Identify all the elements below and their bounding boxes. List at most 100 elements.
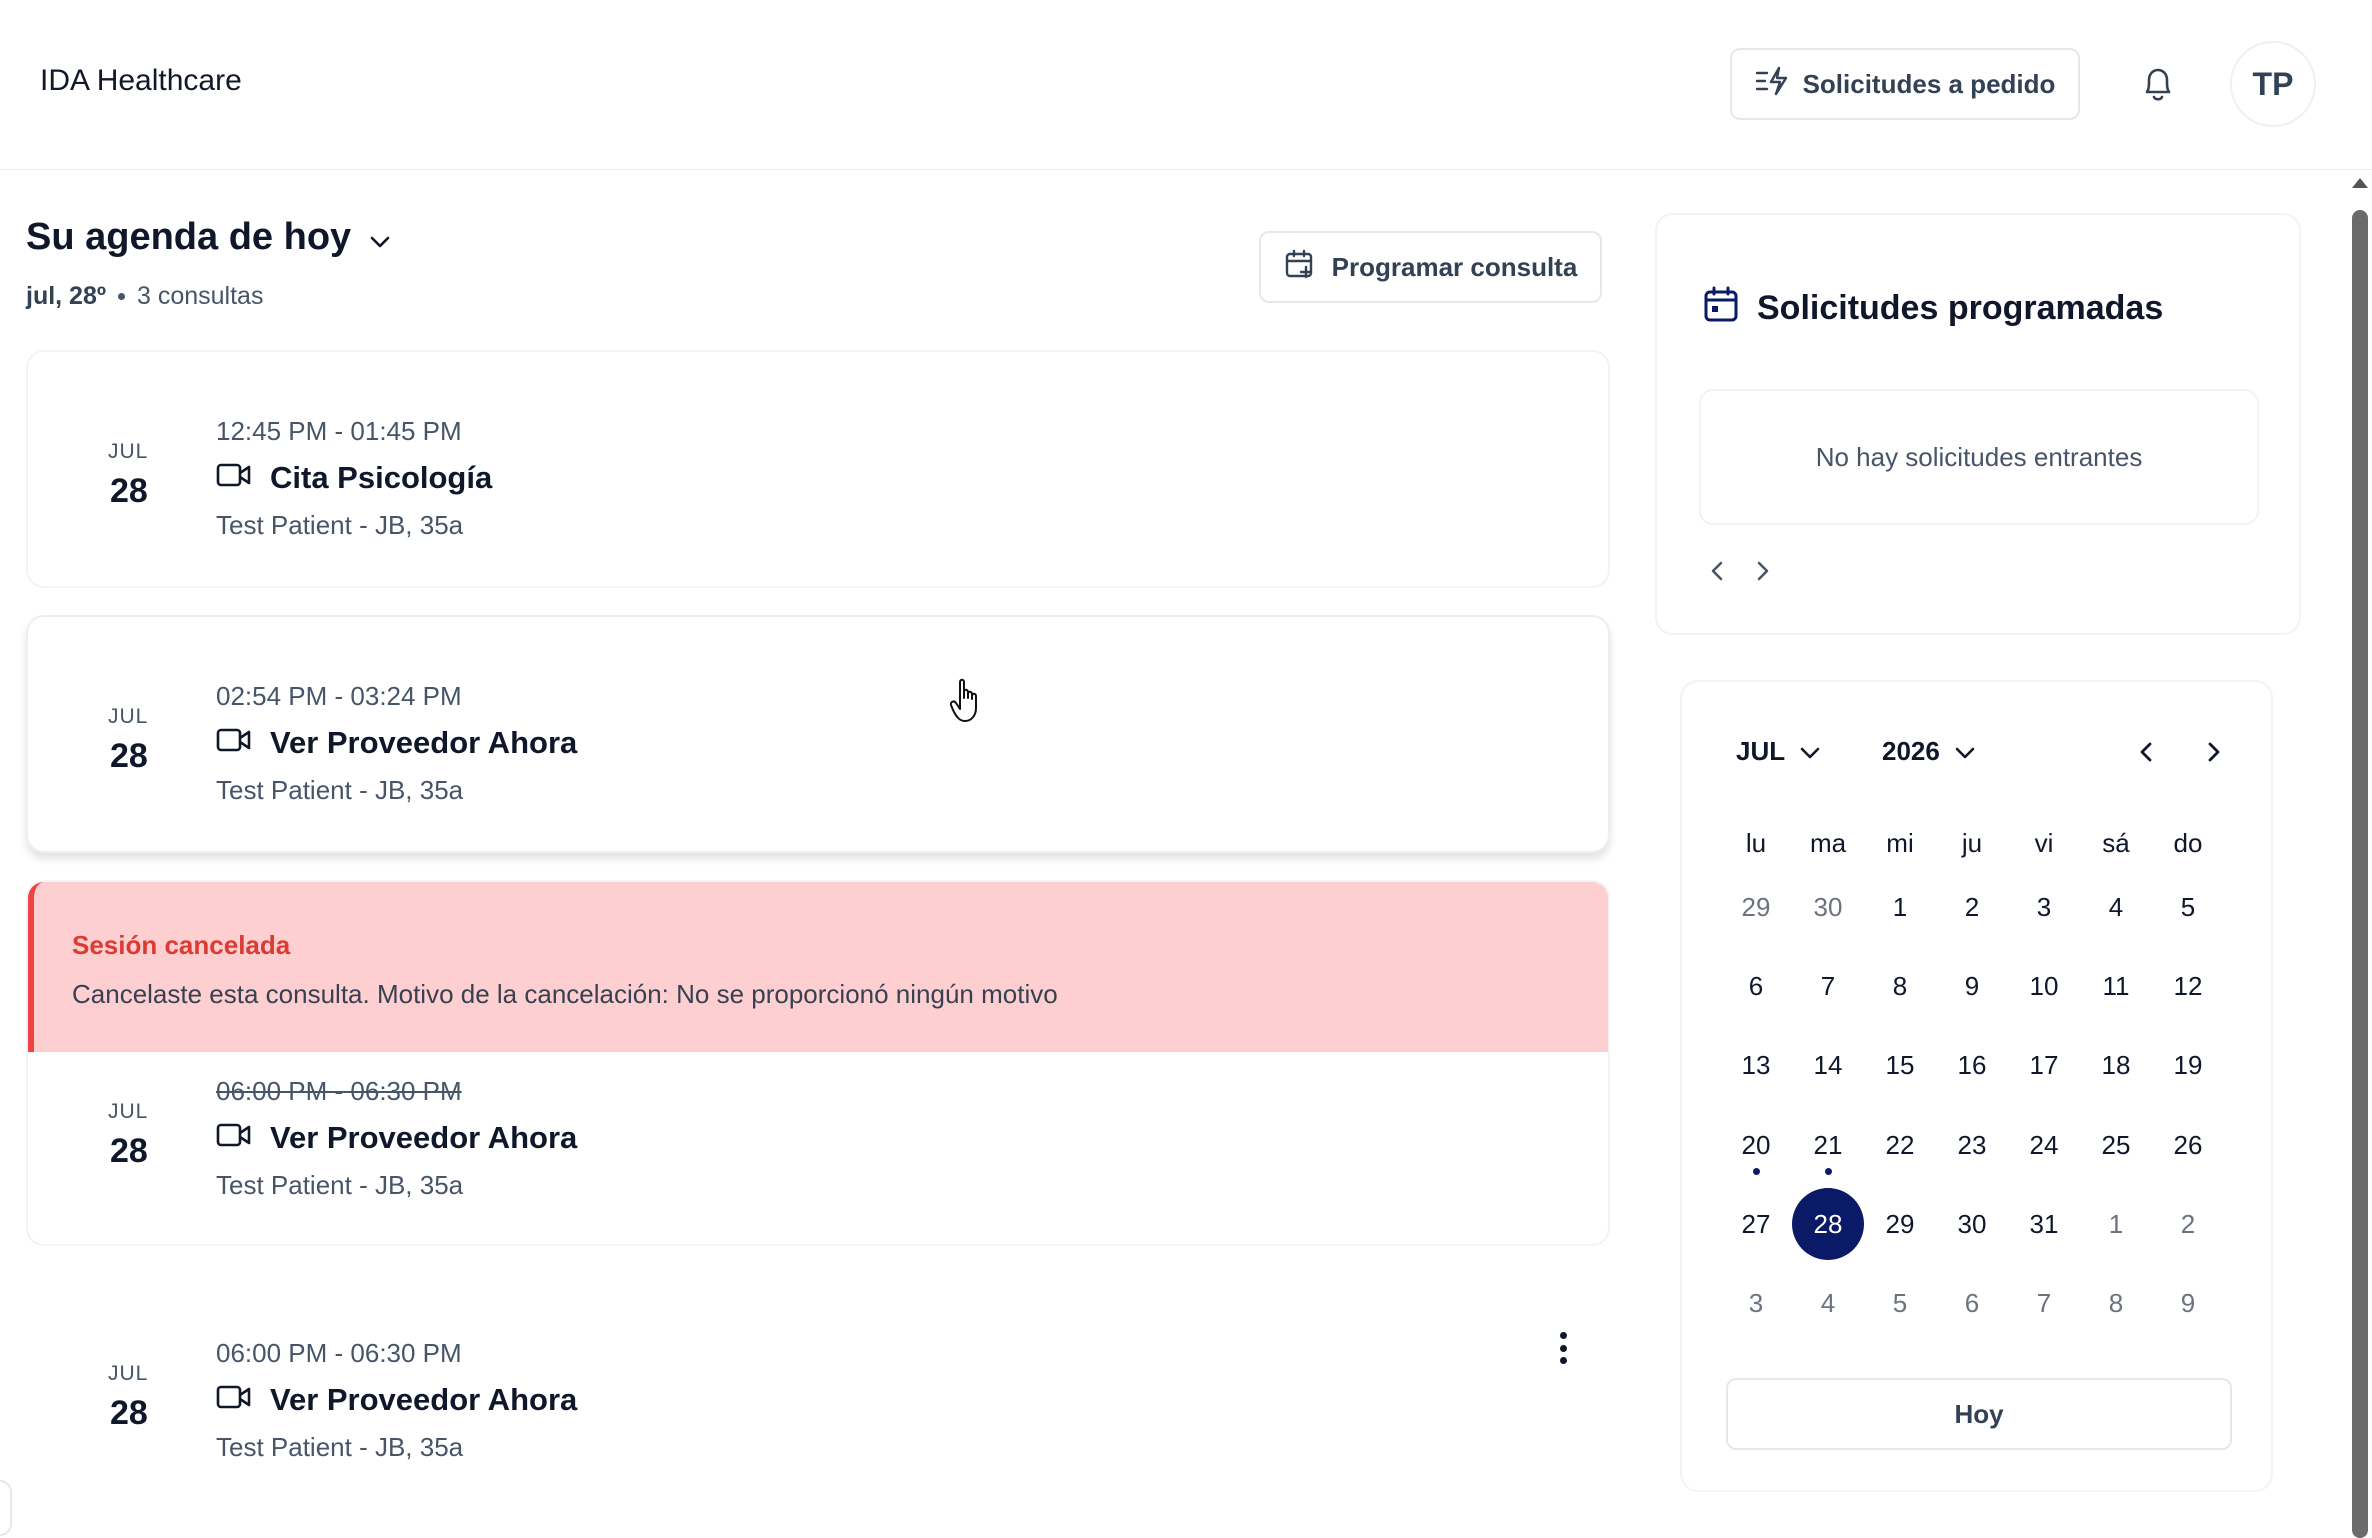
calendar-day[interactable]: 6 — [1720, 947, 1792, 1026]
appointment-title-text: Ver Proveedor Ahora — [270, 1120, 578, 1155]
calendar-day[interactable]: 6 — [1936, 1264, 2008, 1343]
calendar-day-number: 3 — [2036, 892, 2052, 923]
calendar-day-number: 31 — [2029, 1208, 2059, 1239]
appointment-card[interactable]: JUL 28 02:54 PM - 03:24 PM Ver Proveedor… — [26, 615, 1610, 853]
appointment-card[interactable]: JUL 28 06:00 PM - 06:30 PM Ver Proveedor… — [26, 1272, 1610, 1510]
video-camera-icon — [216, 725, 252, 761]
appointment-day: 28 — [110, 472, 148, 510]
calendar-day[interactable]: 2 — [2152, 1185, 2224, 1264]
page-scrollbar[interactable] — [2348, 172, 2372, 1538]
calendar-day[interactable]: 22 — [1864, 1106, 1936, 1185]
appointment-day: 28 — [110, 737, 148, 775]
calendar-day[interactable]: 8 — [2080, 1264, 2152, 1343]
calendar-day[interactable]: 30 — [1792, 868, 1864, 947]
calendar-day[interactable]: 7 — [1792, 947, 1864, 1026]
calendar-day[interactable]: 11 — [2080, 947, 2152, 1026]
calendar-day[interactable]: 31 — [2008, 1185, 2080, 1264]
calendar-day[interactable]: 17 — [2008, 1026, 2080, 1105]
calendar-day[interactable]: 21 — [1792, 1106, 1864, 1185]
calendar-day[interactable]: 8 — [1864, 947, 1936, 1026]
appointment-time: 06:00 PM - 06:30 PM — [216, 1338, 462, 1368]
calendar-day[interactable]: 14 — [1792, 1026, 1864, 1105]
calendar-day[interactable]: 26 — [2152, 1106, 2224, 1185]
agenda-title: Su agenda de hoy — [26, 216, 352, 258]
next-month-button[interactable] — [2196, 734, 2232, 770]
calendar-week-row: 29 30 1 2 3 4 5 — [1720, 868, 2224, 947]
lightning-list-icon — [1755, 66, 1789, 103]
user-avatar[interactable]: TP — [2230, 41, 2316, 127]
appointment-title-text: Ver Proveedor Ahora — [270, 1382, 578, 1417]
appointment-time: 12:45 PM - 01:45 PM — [216, 416, 462, 446]
agenda-title-dropdown[interactable]: Su agenda de hoy — [26, 216, 391, 259]
calendar-day[interactable]: 9 — [1936, 947, 2008, 1026]
more-options-icon[interactable] — [1548, 1326, 1578, 1370]
month-select[interactable]: JUL — [1736, 736, 1821, 767]
calendar-day[interactable]: 15 — [1864, 1026, 1936, 1105]
chevron-left-icon[interactable] — [1705, 557, 1729, 585]
calendar-day[interactable]: 29 — [1720, 868, 1792, 947]
calendar-day-number: 29 — [1885, 1208, 1915, 1239]
calendar-day[interactable]: 7 — [2008, 1264, 2080, 1343]
chevron-right-icon[interactable] — [1751, 557, 1775, 585]
appointment-card[interactable]: JUL 28 12:45 PM - 01:45 PM Cita Psicolog… — [26, 350, 1610, 588]
chevron-left-icon — [2140, 742, 2152, 762]
calendar-day[interactable]: 3 — [2008, 868, 2080, 947]
calendar-day[interactable]: 19 — [2152, 1026, 2224, 1105]
appointment-title: Ver Proveedor Ahora — [216, 1120, 577, 1156]
schedule-appointment-label: Programar consulta — [1331, 251, 1578, 282]
side-panel-toggle[interactable] — [0, 1480, 12, 1536]
bell-icon[interactable] — [2136, 62, 2180, 106]
cancelled-appointment-card[interactable]: Sesión cancelada Cancelaste esta consult… — [26, 880, 1610, 1246]
calendar-day-number: 5 — [2180, 892, 2196, 923]
calendar-day[interactable]: 29 — [1864, 1185, 1936, 1264]
calendar-day[interactable]: 9 — [2152, 1264, 2224, 1343]
calendar-day-number: 2 — [1964, 892, 1980, 923]
calendar-day[interactable]: 10 — [2008, 947, 2080, 1026]
calendar-day-selected[interactable]: 28 — [1792, 1185, 1864, 1264]
calendar-day[interactable]: 12 — [2152, 947, 2224, 1026]
calendar-day[interactable]: 16 — [1936, 1026, 2008, 1105]
calendar-day[interactable]: 24 — [2008, 1106, 2080, 1185]
scroll-thumb[interactable] — [2352, 210, 2368, 1538]
calendar-day-number: 1 — [2108, 1208, 2124, 1239]
calendar-day[interactable]: 5 — [1864, 1264, 1936, 1343]
schedule-appointment-button[interactable]: Programar consulta — [1259, 231, 1602, 303]
calendar-day-number: 10 — [2029, 971, 2059, 1002]
appointment-month: JUL — [108, 440, 149, 463]
calendar-day[interactable]: 30 — [1936, 1185, 2008, 1264]
calendar-day[interactable]: 13 — [1720, 1026, 1792, 1105]
calendar-day[interactable]: 5 — [2152, 868, 2224, 947]
weekday-label: sá — [2102, 828, 2130, 858]
calendar-day-number: 11 — [2102, 971, 2130, 1002]
calendar-day[interactable]: 2 — [1936, 868, 2008, 947]
calendar-day[interactable]: 1 — [1864, 868, 1936, 947]
calendar-day-number: 2 — [2180, 1208, 2196, 1239]
scroll-up-arrow[interactable] — [2352, 178, 2368, 188]
calendar-day[interactable]: 18 — [2080, 1026, 2152, 1105]
calendar-day[interactable]: 25 — [2080, 1106, 2152, 1185]
agenda-subtitle: jul, 28º 3 consultas — [26, 282, 263, 311]
calendar-day[interactable]: 27 — [1720, 1185, 1792, 1264]
appointment-day: 28 — [110, 1394, 148, 1432]
calendar-day[interactable]: 1 — [2080, 1185, 2152, 1264]
calendar-day[interactable]: 20 — [1720, 1106, 1792, 1185]
weekday-label: do — [2173, 828, 2203, 858]
chevron-down-icon — [369, 216, 391, 259]
today-button[interactable]: Hoy — [1726, 1378, 2232, 1450]
scheduled-requests-header: Solicitudes programadas — [1703, 285, 2163, 332]
weekday-label: ju — [1961, 828, 1983, 858]
calendar-day[interactable]: 4 — [2080, 868, 2152, 947]
calendar-day[interactable]: 3 — [1720, 1264, 1792, 1343]
calendar-day-number: 17 — [2029, 1050, 2059, 1081]
year-select[interactable]: 2026 — [1882, 736, 1976, 767]
weekday-label: lu — [1745, 828, 1767, 858]
calendar-day[interactable]: 4 — [1792, 1264, 1864, 1343]
on-demand-requests-button[interactable]: Solicitudes a pedido — [1730, 48, 2080, 120]
calendar-day[interactable]: 23 — [1936, 1106, 2008, 1185]
chevron-down-icon — [1954, 736, 1976, 767]
previous-month-button[interactable] — [2128, 734, 2164, 770]
appointment-month: JUL — [108, 1362, 149, 1385]
hand-cursor-icon — [949, 678, 984, 729]
video-camera-icon — [216, 1382, 252, 1418]
appointment-month: JUL — [108, 1100, 149, 1123]
